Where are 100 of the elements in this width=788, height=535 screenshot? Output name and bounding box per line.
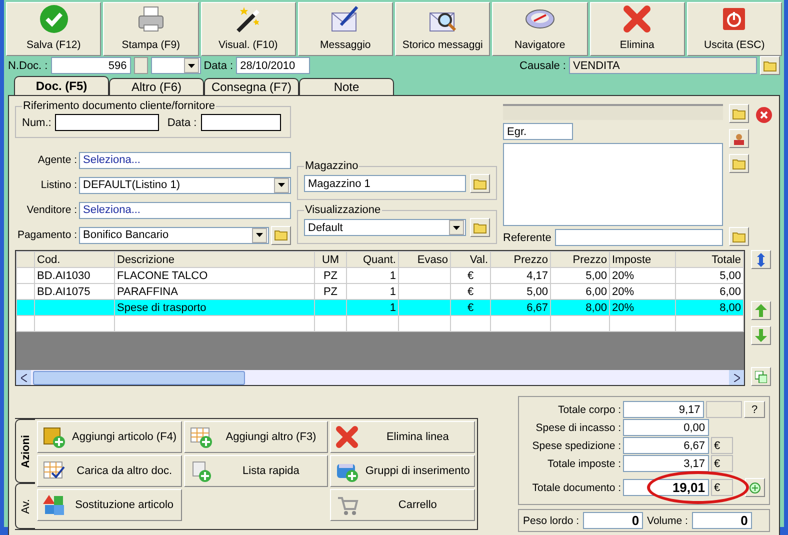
tab[interactable]: Consegna (F7) (204, 78, 299, 95)
currency-label: € (711, 455, 733, 472)
spin-button[interactable] (134, 57, 148, 74)
group-title: Magazzino (304, 160, 360, 172)
number-field[interactable] (55, 114, 160, 131)
person-icon (733, 132, 745, 144)
table-cell: Spese di trasporto (114, 300, 314, 316)
folder-button[interactable] (470, 218, 490, 237)
referente-field[interactable] (555, 229, 723, 246)
dropdown-field[interactable]: Bonifico Bancario (79, 226, 269, 244)
folder-icon (763, 60, 777, 72)
move-down-button[interactable] (751, 326, 771, 345)
table-cell: € (450, 300, 490, 316)
group-title: Visualizzazione (304, 204, 382, 216)
column-header[interactable]: Prezzo (550, 252, 610, 268)
close-icon[interactable] (755, 106, 773, 124)
column-header[interactable]: Prezzo (490, 252, 550, 268)
contact-button[interactable] (729, 129, 749, 148)
total-label: Totale imposte : (546, 458, 621, 470)
total-label: Totale corpo : (556, 404, 621, 416)
tab[interactable]: Altro (F6) (109, 78, 204, 95)
column-header[interactable]: Cod. (34, 252, 114, 268)
action-button[interactable]: Carica da altro doc. (37, 455, 182, 487)
scroll-left-icon[interactable] (20, 374, 26, 382)
weight-value: 0 (692, 512, 752, 529)
toolbar-button[interactable]: Visual. (F10) (200, 2, 296, 56)
tab[interactable]: Doc. (F5) (14, 76, 109, 95)
action-button[interactable]: Sostituzione articolo (37, 489, 182, 521)
total-value: 0,00 (623, 419, 709, 436)
select-field[interactable]: Seleziona... (79, 202, 291, 219)
side-tab[interactable]: Azioni (15, 419, 35, 483)
horizontal-scrollbar[interactable] (16, 370, 744, 385)
folder-icon (732, 230, 746, 242)
field-label: Pagamento : (16, 229, 77, 242)
currency-label: € (711, 479, 733, 496)
dropdown-field[interactable]: Default (304, 219, 466, 236)
toolbar-button[interactable]: Uscita (ESC) (686, 2, 782, 56)
date-field[interactable] (200, 114, 281, 131)
address-field[interactable] (503, 143, 723, 226)
column-header[interactable]: UM (314, 252, 346, 268)
column-header[interactable]: Descrizione (114, 252, 314, 268)
table-cell: BD.AI1030 (34, 268, 114, 284)
folder-button[interactable] (470, 174, 490, 193)
tab[interactable]: Note (299, 78, 394, 95)
field-label: N.Doc. : (8, 60, 48, 72)
causale-field[interactable]: VENDITA (569, 57, 757, 74)
dropdown-field[interactable]: DEFAULT(Listino 1) (79, 176, 291, 194)
folder-button[interactable] (729, 227, 749, 246)
field-label: Referente (503, 232, 552, 244)
help-button[interactable]: ? (744, 401, 765, 418)
toolbar-button[interactable]: Storico messaggi (395, 2, 490, 56)
action-button[interactable]: Elimina linea (330, 421, 475, 453)
toolbar-button[interactable]: Stampa (F9) (103, 2, 198, 56)
folder-icon (473, 178, 487, 190)
column-header[interactable]: Imposte (610, 252, 676, 268)
action-button[interactable]: Aggiungi altro (F3) (184, 421, 328, 453)
table-cell: 20% (610, 268, 676, 284)
total-value: 6,67 (623, 437, 709, 454)
action-button[interactable]: Carrello (330, 489, 475, 521)
column-header[interactable]: Quant. (346, 252, 398, 268)
box-plus-icon (42, 425, 66, 449)
toolbar-button[interactable]: Messaggio (298, 2, 393, 56)
pages-icon (755, 370, 767, 382)
sort-button[interactable] (751, 250, 771, 269)
zoom-button[interactable] (745, 478, 765, 497)
table-cell: € (450, 268, 490, 284)
title-field[interactable]: Egr. (503, 123, 573, 140)
document-number-field[interactable]: 596 (50, 57, 131, 74)
table-cell: 6,67 (490, 300, 550, 316)
move-up-button[interactable] (751, 301, 771, 320)
toolbar-button[interactable]: Salva (F12) (6, 2, 102, 56)
action-button[interactable]: Aggiungi articolo (F4) (37, 421, 182, 453)
down-arrow-icon (755, 329, 767, 342)
action-button[interactable]: Lista rapida (184, 455, 328, 487)
toolbar-button[interactable]: Navigatore (492, 2, 588, 56)
weight-label: Volume : (647, 514, 688, 526)
action-button[interactable]: Gruppi di inserimento (330, 455, 475, 487)
field-label: Causale : (520, 60, 566, 72)
table-cell: 8,00 (676, 300, 744, 316)
table-cell: 5,00 (676, 268, 744, 284)
toolbar-button[interactable]: Elimina (590, 2, 685, 56)
field-label: Venditore : (26, 204, 77, 216)
folder-icon (732, 108, 746, 120)
folder-button[interactable] (729, 154, 749, 173)
up-down-arrow-icon (756, 252, 766, 266)
table-cell: 5,00 (550, 268, 610, 284)
date-field[interactable]: 28/10/2010 (236, 57, 310, 74)
warehouse-field[interactable]: Magazzino 1 (304, 175, 466, 192)
field-label: Data : (167, 116, 197, 128)
scroll-right-icon[interactable] (734, 374, 740, 382)
folder-button[interactable] (729, 104, 749, 123)
column-header[interactable]: Val. (450, 252, 490, 268)
total-value: 3,17 (623, 455, 709, 472)
weight-value: 0 (583, 512, 644, 529)
select-field[interactable]: Seleziona... (79, 152, 291, 169)
column-header[interactable]: Totale (676, 252, 744, 268)
column-header[interactable]: Evaso (398, 252, 450, 268)
side-tab[interactable]: Av. (15, 483, 35, 529)
folder-button[interactable] (760, 56, 780, 75)
folder-icon (274, 229, 288, 242)
